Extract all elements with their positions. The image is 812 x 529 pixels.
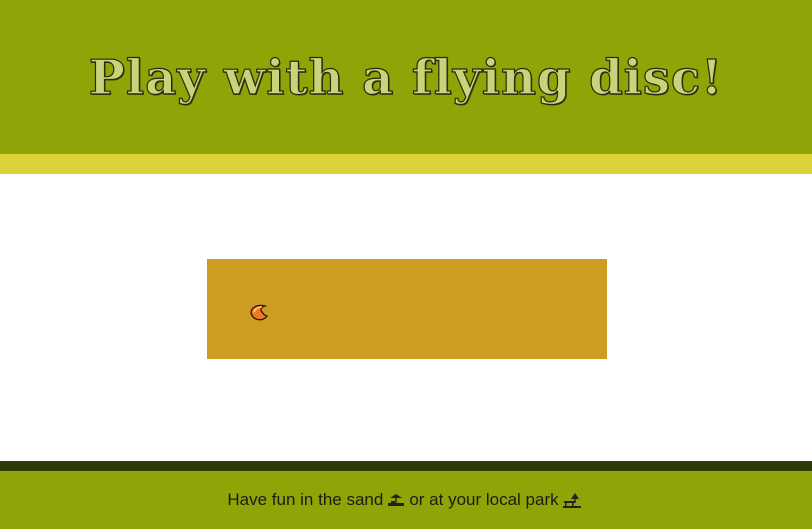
park-icon <box>562 493 581 508</box>
flying-disc-icon[interactable] <box>248 304 268 322</box>
accent-stripe <box>0 154 812 174</box>
main-content <box>0 174 812 461</box>
beach-icon <box>388 494 405 506</box>
footer-stripe <box>0 461 812 471</box>
footer-text-park: or at your local park <box>409 490 559 509</box>
page-footer: Have fun in the sand or at your local pa… <box>0 471 812 529</box>
footer-text-sand: Have fun in the sand <box>227 490 384 509</box>
page-header: Play with a flying disc! <box>0 0 812 154</box>
page-title: Play with a flying disc! <box>88 49 724 106</box>
play-field[interactable] <box>207 259 607 359</box>
